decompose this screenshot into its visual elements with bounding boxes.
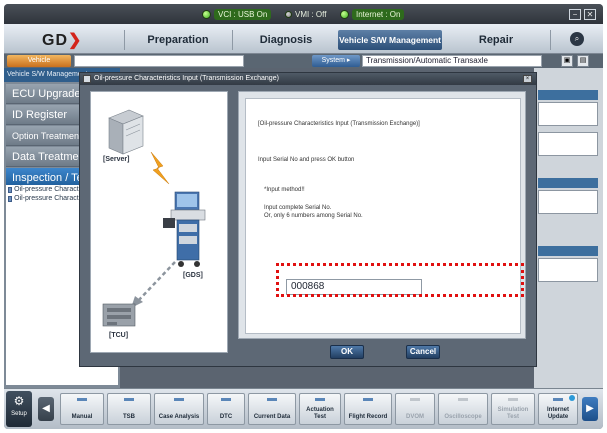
connection-arrow xyxy=(136,261,176,303)
oscilloscope-icon xyxy=(458,398,468,401)
vehicle-system-bar: Vehicle System ▸ Transmission/Automatic … xyxy=(4,54,603,68)
tab-diagnosis[interactable]: Diagnosis xyxy=(236,30,336,50)
tab-repair[interactable]: Repair xyxy=(446,30,546,50)
toolbar-dtc[interactable]: DTC xyxy=(207,393,245,425)
gds-logo: GD❯ xyxy=(42,32,83,49)
panel-field xyxy=(538,102,598,126)
toolbar-internet-update[interactable]: Internet Update xyxy=(538,393,578,425)
connection-diagram xyxy=(102,109,206,327)
scroll-left-button[interactable]: ◀ xyxy=(38,397,54,421)
dvom-icon xyxy=(410,398,420,401)
simulation-test-icon xyxy=(508,398,518,401)
input-method-line-2: Or, only 6 numbers among Serial No. xyxy=(264,213,363,219)
right-panel xyxy=(534,68,603,388)
toolbar-manual[interactable]: Manual xyxy=(60,393,104,425)
dialog-icon xyxy=(83,75,91,83)
system-field[interactable]: Transmission/Automatic Transaxle xyxy=(362,55,542,67)
search-icon[interactable]: ⌕ xyxy=(570,32,584,46)
vmi-status: VMI : Off xyxy=(285,7,326,21)
setup-label: Setup xyxy=(11,411,27,417)
vehicle-field[interactable] xyxy=(74,55,244,67)
vehicle-button[interactable]: Vehicle xyxy=(7,55,71,67)
gds-device-icon xyxy=(163,191,206,267)
nav-divider xyxy=(232,30,233,50)
current-data-icon xyxy=(267,398,277,401)
toolbar-actuation-test[interactable]: Actuation Test xyxy=(299,393,341,425)
scroll-right-button[interactable]: ▶ xyxy=(582,397,598,421)
dialog-title: Oil-pressure Characteristics Input (Tran… xyxy=(80,73,536,85)
app-window: VCI : USB On VMI : Off Internet : On − ✕… xyxy=(4,4,603,429)
wireless-icon xyxy=(150,151,170,185)
update-badge-icon xyxy=(569,395,575,401)
dtc-icon xyxy=(221,398,231,401)
server-icon xyxy=(108,109,144,155)
vmi-status-icon xyxy=(285,10,292,18)
system-button[interactable]: System ▸ xyxy=(312,55,360,67)
instruction-text: Input Serial No and press OK button xyxy=(258,157,355,163)
cancel-button[interactable]: Cancel xyxy=(406,345,440,359)
panel-header xyxy=(538,246,598,256)
panel-field xyxy=(538,190,598,214)
internet-status: Internet : On xyxy=(340,7,405,21)
internet-status-icon xyxy=(340,9,349,19)
connection-illustration: [Server] [GDS] [TCU] xyxy=(90,91,228,353)
setup-icon: ⚙ xyxy=(13,394,25,408)
vci-status: VCI : USB On xyxy=(202,7,272,21)
input-method-line-1: Input complete Serial No. xyxy=(264,205,332,211)
dialog-heading: [Oil-pressure Characteristics Input (Tra… xyxy=(258,121,420,127)
panel-field xyxy=(538,132,598,156)
toolbar-dvom[interactable]: DVOM xyxy=(395,393,435,425)
manual-icon xyxy=(77,398,87,401)
tcu-label: [TCU] xyxy=(109,332,129,339)
vmi-status-label: VMI : Off xyxy=(295,9,327,19)
bottom-toolbar: ⚙ Setup ◀ Manual TSB Case Analysis DTC C… xyxy=(4,388,603,429)
toolbar-simulation-test[interactable]: Simulation Test xyxy=(491,393,535,425)
toolbar-current-data[interactable]: Current Data xyxy=(248,393,296,425)
case-analysis-icon xyxy=(174,398,184,401)
ok-button[interactable]: OK xyxy=(330,345,364,359)
nav-divider xyxy=(550,30,551,50)
actuation-test-icon xyxy=(315,398,325,401)
panel-header xyxy=(538,178,598,188)
toolbar-tsb[interactable]: TSB xyxy=(107,393,151,425)
server-label: [Server] xyxy=(103,156,130,163)
toolbar-case-analysis[interactable]: Case Analysis xyxy=(154,393,204,425)
dialog-close-icon[interactable]: × xyxy=(523,75,532,83)
print-icon[interactable]: ▣ xyxy=(561,55,573,67)
tcu-module-icon xyxy=(102,303,136,327)
panel-field xyxy=(538,258,598,282)
main-nav: GD❯ Preparation Diagnosis Vehicle S/W Ma… xyxy=(4,24,603,54)
internet-update-icon xyxy=(553,398,563,401)
panel-header xyxy=(538,90,598,100)
tsb-icon xyxy=(124,398,134,401)
flight-record-icon xyxy=(363,398,373,401)
input-method-title: *Input method!! xyxy=(264,187,305,193)
vci-status-label: VCI : USB On xyxy=(214,8,272,20)
close-window-button[interactable]: ✕ xyxy=(584,9,596,20)
setup-button[interactable]: ⚙ Setup xyxy=(6,391,32,427)
dialog-content-body: [Oil-pressure Characteristics Input (Tra… xyxy=(245,98,521,334)
toolbar-oscilloscope[interactable]: Oscilloscope xyxy=(438,393,488,425)
status-bar: VCI : USB On VMI : Off Internet : On − ✕ xyxy=(4,4,603,24)
document-icon xyxy=(8,186,13,193)
vci-status-icon xyxy=(202,9,211,19)
internet-status-label: Internet : On xyxy=(352,8,405,20)
toolbar-flight-record[interactable]: Flight Record xyxy=(344,393,392,425)
nav-divider xyxy=(124,30,125,50)
minimize-button[interactable]: − xyxy=(569,9,581,20)
gds-label: [GDS] xyxy=(183,272,203,279)
document-icon xyxy=(8,195,13,202)
serial-input-highlight xyxy=(276,263,524,297)
layout-icon[interactable]: ▤ xyxy=(577,55,589,67)
tab-vehicle-sw-management[interactable]: Vehicle S/W Management xyxy=(338,30,442,50)
dialog-content: [Oil-pressure Characteristics Input (Tra… xyxy=(238,91,526,339)
oil-pressure-dialog: Oil-pressure Characteristics Input (Tran… xyxy=(79,72,537,367)
tab-preparation[interactable]: Preparation xyxy=(128,30,228,50)
